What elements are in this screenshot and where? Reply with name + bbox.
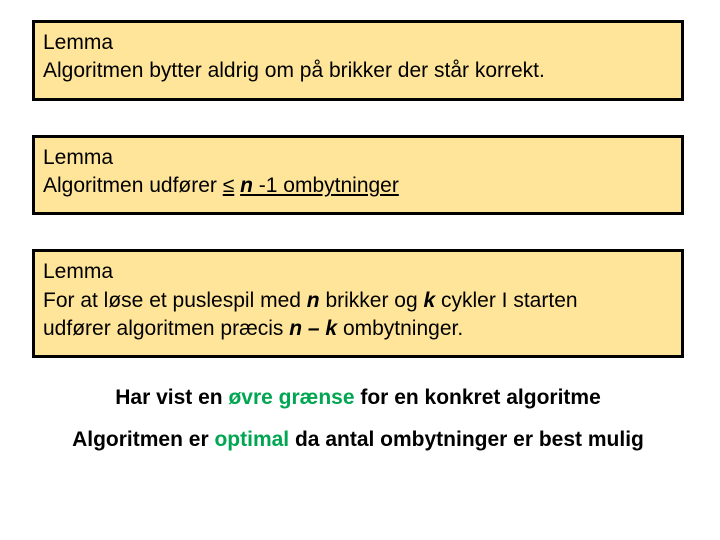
variable-n: n	[307, 289, 320, 312]
text: Har vist en	[115, 386, 228, 409]
text: udfører algoritmen præcis	[43, 317, 289, 340]
lemma-box-2: Lemma Algoritmen udfører ≤ n -1 ombytnin…	[32, 135, 684, 216]
text: -1	[253, 174, 278, 197]
lemma-body: Algoritmen bytter aldrig om på brikker d…	[43, 57, 673, 85]
lemma-body: Algoritmen udfører ≤ n -1 ombytninger	[43, 172, 673, 200]
conclusion-line-2: Algoritmen er optimal da antal ombytning…	[32, 428, 684, 452]
text: brikker og	[320, 289, 424, 312]
lemma-body-line2: udfører algoritmen præcis n – k ombytnin…	[43, 315, 673, 343]
text: da antal ombytninger er best mulig	[289, 428, 644, 451]
variable-n: n	[240, 174, 253, 197]
lemma-box-1: Lemma Algoritmen bytter aldrig om på bri…	[32, 20, 684, 101]
text: Algoritmen er	[72, 428, 214, 451]
lemma-title: Lemma	[43, 29, 673, 57]
leq-symbol: ≤	[223, 174, 235, 197]
expression-n-minus-k: n – k	[289, 317, 337, 340]
text: ombytninger	[277, 174, 398, 197]
lemma-title: Lemma	[43, 258, 673, 286]
conclusion: Har vist en øvre grænse for en konkret a…	[32, 386, 684, 452]
conclusion-line-1: Har vist en øvre grænse for en konkret a…	[32, 386, 684, 410]
text: cykler I starten	[435, 289, 577, 312]
lemma-box-3: Lemma For at løse et puslespil med n bri…	[32, 249, 684, 358]
slide-page: Lemma Algoritmen bytter aldrig om på bri…	[0, 0, 720, 452]
text: for en konkret algoritme	[355, 386, 601, 409]
lemma-title: Lemma	[43, 144, 673, 172]
text: Algoritmen udfører	[43, 174, 223, 197]
lemma-body-line1: For at løse et puslespil med n brikker o…	[43, 287, 673, 315]
text: For at løse et puslespil med	[43, 289, 307, 312]
text: ombytninger.	[337, 317, 463, 340]
highlight-optimal: optimal	[214, 428, 289, 451]
variable-k: k	[423, 289, 435, 312]
highlight-upper-bound: øvre grænse	[228, 386, 354, 409]
